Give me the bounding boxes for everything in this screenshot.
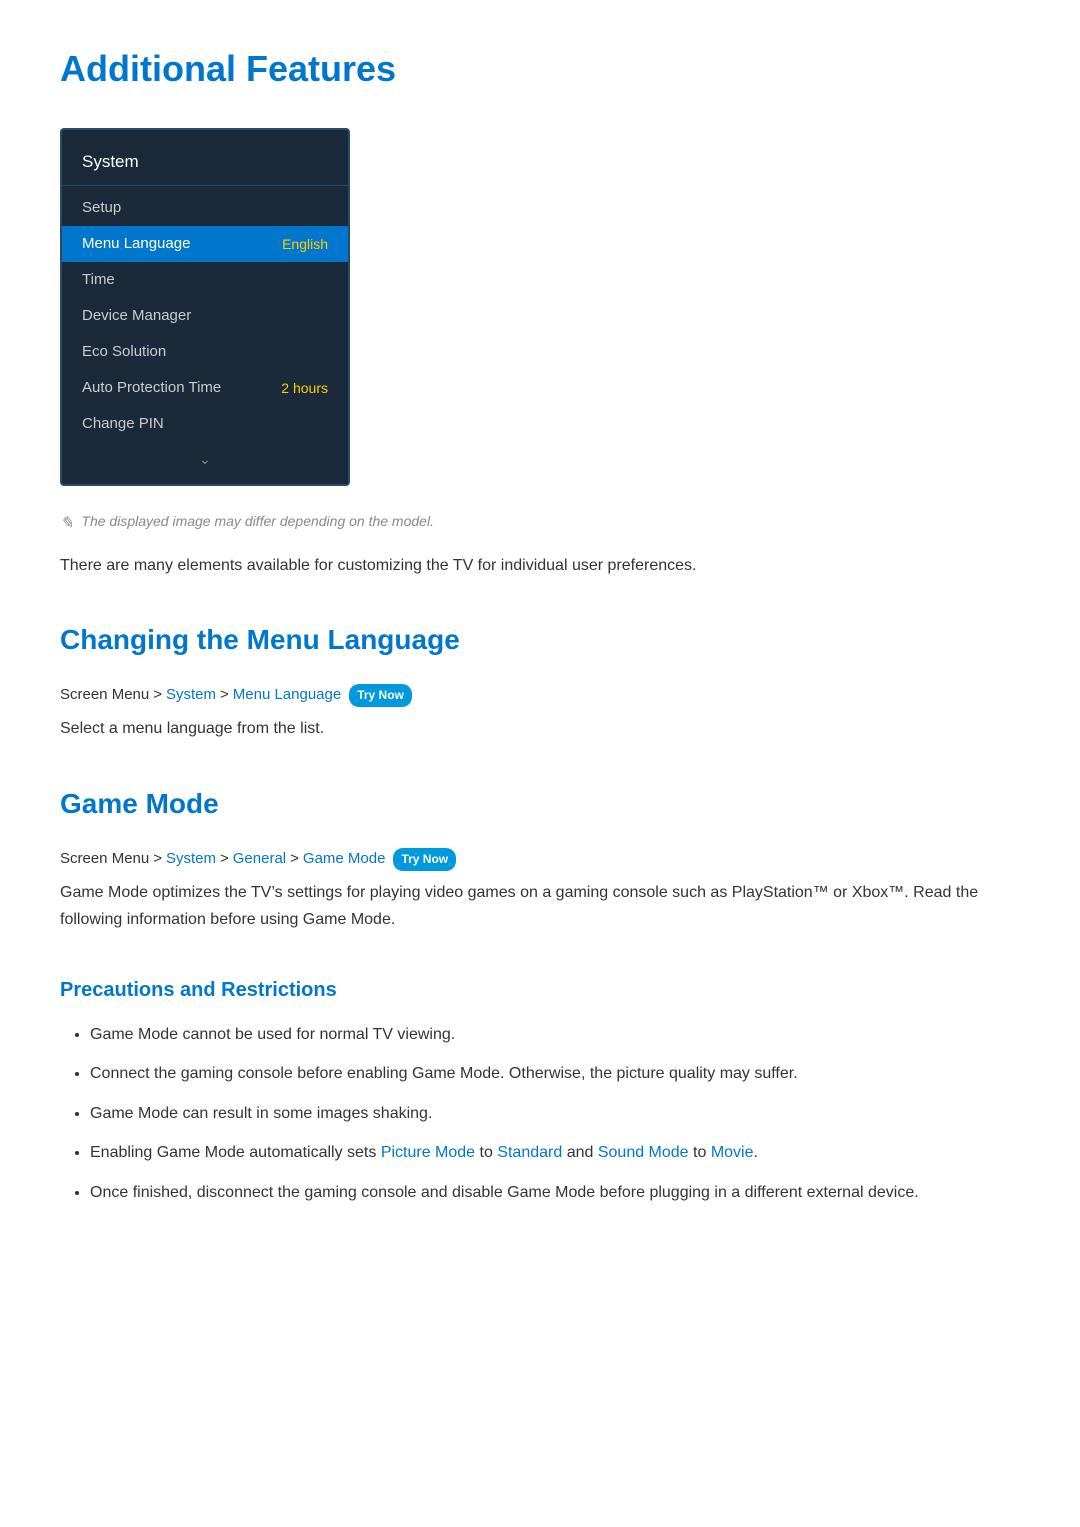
tv-menu-item-label: Setup bbox=[82, 196, 121, 220]
bullet-text: Game Mode can result in some images shak… bbox=[90, 1105, 432, 1122]
bullet-text: Game Mode cannot be used for normal TV v… bbox=[90, 1026, 455, 1043]
section2-breadcrumb: Screen Menu > System > General > Game Mo… bbox=[60, 847, 1020, 871]
bullet-text-mid2: and bbox=[562, 1144, 598, 1161]
tv-menu-item-label: Device Manager bbox=[82, 304, 191, 328]
breadcrumb-sep1: > bbox=[153, 847, 162, 871]
breadcrumb-link-menu-language: Menu Language bbox=[233, 683, 341, 707]
bullet-text: Enabling Game Mode automatically sets bbox=[90, 1144, 381, 1161]
tv-menu-item-label: Auto Protection Time bbox=[82, 376, 221, 400]
tv-menu-item-label: Eco Solution bbox=[82, 340, 166, 364]
section1-title: Changing the Menu Language bbox=[60, 618, 1020, 667]
breadcrumb-link-game-mode: Game Mode bbox=[303, 847, 386, 871]
pencil-icon: ✎ bbox=[60, 511, 73, 537]
tv-menu-item-label: Time bbox=[82, 268, 115, 292]
breadcrumb-sep1: > bbox=[153, 683, 162, 707]
section2-description: Game Mode optimizes the TV’s settings fo… bbox=[60, 879, 1020, 933]
try-now-badge[interactable]: Try Now bbox=[349, 684, 412, 707]
precautions-subsection: Precautions and Restrictions Game Mode c… bbox=[60, 974, 1020, 1206]
breadcrumb-link-general: General bbox=[233, 847, 286, 871]
tv-menu-item-setup: Setup bbox=[62, 190, 348, 226]
breadcrumb-sep3: > bbox=[290, 847, 299, 871]
note-text: The displayed image may differ depending… bbox=[81, 510, 434, 532]
bullet-text-mid: to bbox=[475, 1144, 497, 1161]
precautions-title: Precautions and Restrictions bbox=[60, 974, 1020, 1010]
bullet-text-mid3: to bbox=[689, 1144, 711, 1161]
tv-menu-screenshot: System Setup Menu Language English Time … bbox=[60, 128, 350, 487]
breadcrumb-static: Screen Menu bbox=[60, 847, 149, 871]
bullet-text: Connect the gaming console before enabli… bbox=[90, 1065, 798, 1082]
tv-menu-item-label: Change PIN bbox=[82, 412, 164, 436]
tv-menu-item-device-manager: Device Manager bbox=[62, 298, 348, 334]
section1-description: Select a menu language from the list. bbox=[60, 715, 1020, 742]
link-sound-mode: Sound Mode bbox=[598, 1144, 689, 1161]
section1-breadcrumb: Screen Menu > System > Menu Language Try… bbox=[60, 683, 1020, 707]
list-item: Enabling Game Mode automatically sets Pi… bbox=[90, 1140, 1020, 1166]
tv-menu-item-time: Time bbox=[62, 262, 348, 298]
tv-menu-chevron-icon: ⌄ bbox=[62, 442, 348, 474]
bullet-text-end: . bbox=[754, 1144, 758, 1161]
tv-menu-item-menu-language: Menu Language English bbox=[62, 226, 348, 262]
link-movie: Movie bbox=[711, 1144, 754, 1161]
breadcrumb-link-system: System bbox=[166, 683, 216, 707]
breadcrumb-static: Screen Menu bbox=[60, 683, 149, 707]
list-item: Connect the gaming console before enabli… bbox=[90, 1061, 1020, 1087]
list-item: Game Mode can result in some images shak… bbox=[90, 1101, 1020, 1127]
breadcrumb-link-system: System bbox=[166, 847, 216, 871]
breadcrumb-sep2: > bbox=[220, 683, 229, 707]
link-picture-mode: Picture Mode bbox=[381, 1144, 475, 1161]
section2-title: Game Mode bbox=[60, 782, 1020, 831]
list-item: Once finished, disconnect the gaming con… bbox=[90, 1180, 1020, 1206]
tv-menu-item-label: Menu Language bbox=[82, 232, 190, 256]
tv-menu-item-eco-solution: Eco Solution bbox=[62, 334, 348, 370]
try-now-badge-2[interactable]: Try Now bbox=[393, 848, 456, 871]
model-note: ✎ The displayed image may differ dependi… bbox=[60, 510, 1020, 537]
page-title: Additional Features bbox=[60, 40, 1020, 98]
tv-menu-title: System bbox=[62, 144, 348, 186]
tv-menu-item-value: English bbox=[282, 233, 328, 255]
link-standard: Standard bbox=[497, 1144, 562, 1161]
bullet-text: Once finished, disconnect the gaming con… bbox=[90, 1184, 919, 1201]
list-item: Game Mode cannot be used for normal TV v… bbox=[90, 1022, 1020, 1048]
section-changing-menu-language: Changing the Menu Language Screen Menu >… bbox=[60, 618, 1020, 742]
intro-text: There are many elements available for cu… bbox=[60, 553, 1020, 579]
tv-menu-item-value: 2 hours bbox=[281, 377, 328, 399]
breadcrumb-sep2: > bbox=[220, 847, 229, 871]
tv-menu-item-auto-protection: Auto Protection Time 2 hours bbox=[62, 370, 348, 406]
tv-menu-item-change-pin: Change PIN bbox=[62, 406, 348, 442]
section-game-mode: Game Mode Screen Menu > System > General… bbox=[60, 782, 1020, 1205]
precautions-list: Game Mode cannot be used for normal TV v… bbox=[60, 1022, 1020, 1206]
